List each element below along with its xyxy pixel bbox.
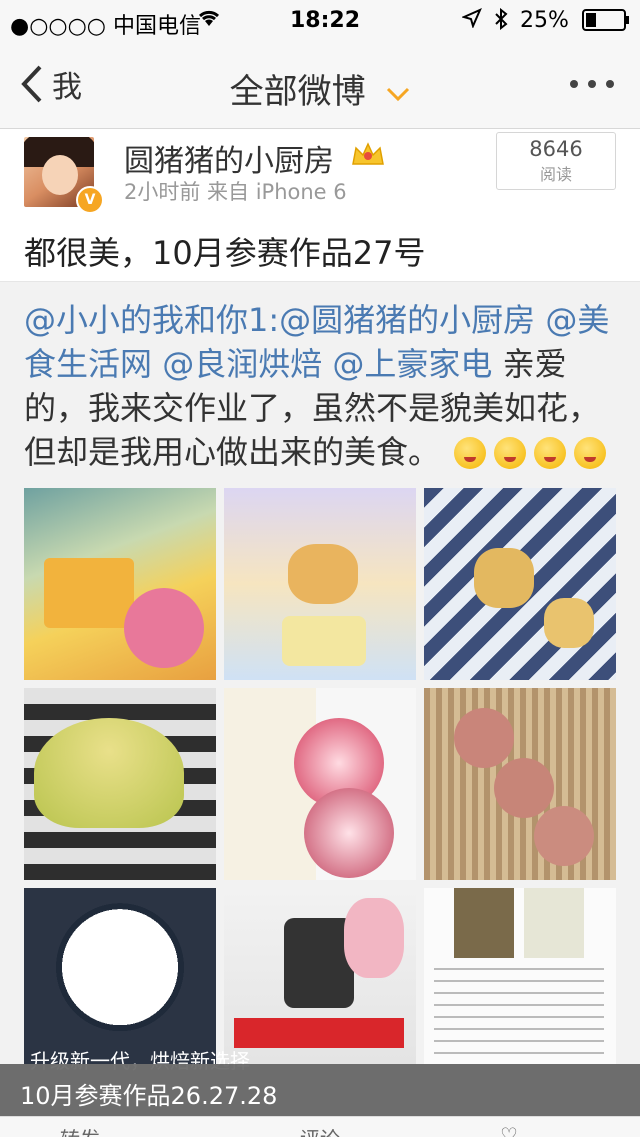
mention-link[interactable]: @良润烘焙 xyxy=(162,345,322,383)
battery-percent: 25% xyxy=(520,8,569,33)
post-text: 都很美，10月参赛作品27号 xyxy=(24,234,426,272)
nav-bar: 我 全部微博 xyxy=(0,40,640,129)
photo-thumbnail[interactable] xyxy=(224,888,416,1064)
repost-text: @小小的我和你1:@圆猪猪的小厨房 @美食生活网 @良润烘焙 @上豪家电 亲爱的… xyxy=(24,298,620,474)
post-meta: 2小时前 来自 iPhone 6 xyxy=(124,180,347,204)
mention-link[interactable]: @上豪家电 xyxy=(332,345,492,383)
emoji-icon xyxy=(534,437,567,469)
battery-icon xyxy=(582,9,630,37)
photo-thumbnail[interactable] xyxy=(24,888,216,1064)
read-label: 阅读 xyxy=(539,165,572,184)
photo-thumbnail[interactable] xyxy=(424,688,616,880)
page-title: 全部微博 xyxy=(229,72,366,112)
emoji-icon xyxy=(494,437,527,469)
emoji-icon xyxy=(454,437,487,469)
mention-separator: : xyxy=(268,301,280,339)
clock: 18:22 xyxy=(290,8,361,33)
photo-thumbnail[interactable] xyxy=(424,888,616,1064)
timeline-selector[interactable]: 全部微博 xyxy=(0,64,640,113)
repost-button[interactable]: 转发 xyxy=(60,1123,100,1137)
read-count: 8646 xyxy=(529,137,583,161)
carrier-signal: ●○○○○ 中国电信 xyxy=(10,14,201,39)
photo-thumbnail[interactable] xyxy=(424,488,616,680)
chevron-down-icon xyxy=(387,87,410,101)
photo-thumbnail[interactable] xyxy=(224,688,416,880)
photo-thumbnail[interactable] xyxy=(24,488,216,680)
comment-button[interactable]: 评论 xyxy=(300,1123,340,1137)
emoji-icon xyxy=(574,437,607,469)
verified-badge-icon: V xyxy=(76,186,104,214)
read-count-box: 8646 阅读 xyxy=(496,132,616,190)
more-options-button[interactable] xyxy=(570,80,614,88)
bottom-toolbar: 转发 评论 ♡ xyxy=(0,1116,640,1137)
photo-thumbnail[interactable] xyxy=(24,688,216,880)
photo-thumbnail[interactable] xyxy=(224,488,416,680)
image-caption-bar: 10月参赛作品26.27.28 xyxy=(0,1064,640,1116)
mention-link[interactable]: @圆猪猪的小厨房 xyxy=(279,301,535,339)
wifi-icon xyxy=(196,6,222,34)
like-icon[interactable]: ♡ xyxy=(500,1123,518,1137)
image-caption: 10月参赛作品26.27.28 xyxy=(20,1082,278,1110)
bluetooth-icon xyxy=(494,7,508,36)
username[interactable]: 圆猪猪的小厨房 xyxy=(124,136,334,180)
status-bar: ●○○○○ 中国电信 18:22 25% xyxy=(0,0,640,40)
mention-link[interactable]: @小小的我和你1 xyxy=(24,301,268,339)
location-icon xyxy=(461,8,482,34)
crown-icon xyxy=(352,142,384,165)
